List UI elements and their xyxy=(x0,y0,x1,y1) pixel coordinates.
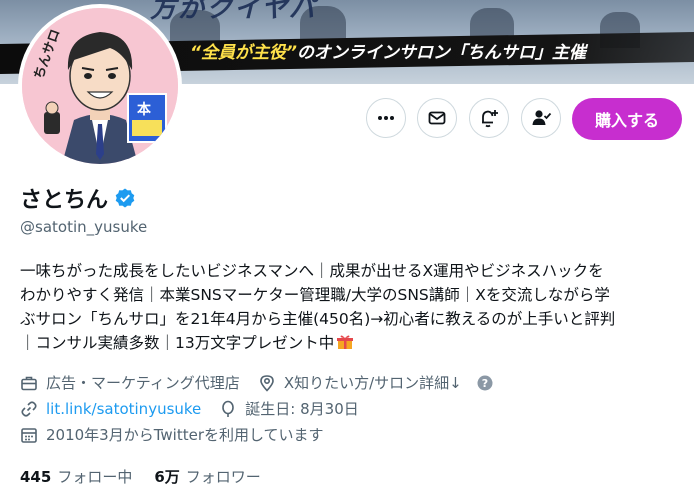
name-row: さとちん xyxy=(20,182,136,214)
bio: 一味ちがった成長をしたいビジネスマンへ｜成果が出せるX運用やビジネスハックを わ… xyxy=(20,259,686,355)
following-button[interactable] xyxy=(521,98,561,138)
buy-button[interactable]: 購入する xyxy=(572,98,682,140)
location-pin-icon xyxy=(260,374,274,392)
display-name: さとちん xyxy=(20,188,109,213)
more-icon xyxy=(378,116,394,120)
followers-count: 6万 xyxy=(154,468,180,486)
help-icon[interactable]: ? xyxy=(476,374,494,392)
svg-text:?: ? xyxy=(482,377,488,390)
bio-line: わかりやすく発信｜本業SNSマーケター管理職/大学のSNS講師｜Xを交流しながら… xyxy=(20,286,610,304)
briefcase-icon xyxy=(21,376,37,390)
verified-badge-icon[interactable] xyxy=(114,187,136,209)
following-label: フォロー中 xyxy=(57,468,133,486)
category-label: 広告・マーケティング代理店 xyxy=(46,374,240,392)
person-check-icon xyxy=(532,110,552,125)
message-button[interactable] xyxy=(417,98,457,138)
bio-line: 一味ちがった成長をしたいビジネスマンへ｜成果が出せるX運用やビジネスハックを xyxy=(20,262,604,280)
following-count: 445 xyxy=(20,467,52,486)
envelope-icon xyxy=(428,111,446,125)
website-link[interactable]: lit.link/satotinyusuke xyxy=(46,400,201,418)
avatar-book-char: 本 xyxy=(137,101,152,118)
balloon-icon xyxy=(222,400,235,417)
avatar-art: ちんサロ 本 xyxy=(22,8,178,164)
meta-row-2: lit.link/satotinyusuke 誕生日: 8月30日 xyxy=(20,398,359,419)
meta-row-3: 2010年3月からTwitterを利用しています xyxy=(20,424,324,445)
avatar[interactable]: ちんサロ 本 xyxy=(18,4,182,168)
location-label: X知りたい方/サロン詳細↓ xyxy=(283,374,462,392)
notify-button[interactable] xyxy=(469,98,509,138)
followers-label: フォロワー xyxy=(185,468,261,486)
bio-line: ぶサロン「ちんサロ」を21年4月から主催(450名)→初心者に教えるのが上手いと… xyxy=(20,310,616,328)
bell-plus-icon xyxy=(482,110,498,128)
banner-top-text: 方がクイヤパ xyxy=(150,0,317,24)
banner-tagline-highlight: “全員が主役” xyxy=(190,43,297,63)
joined-label: 2010年3月からTwitterを利用しています xyxy=(46,426,324,444)
followers-link[interactable]: 6万 フォロワー xyxy=(154,466,260,487)
banner-tagline: “全員が主役”のオンラインサロン「ちんサロ」主催 xyxy=(190,40,586,66)
bio-line-last: ｜コンサル実績多数｜13万文字プレゼント中 xyxy=(20,331,686,355)
avatar-illustration: ちんサロ 本 xyxy=(22,8,178,164)
gift-icon xyxy=(337,335,354,349)
birthday-label: 誕生日: 8月30日 xyxy=(245,400,359,418)
handle: @satotin_yusuke xyxy=(20,218,148,236)
calendar-icon xyxy=(21,427,37,443)
link-icon xyxy=(21,400,37,417)
follow-stats: 445 フォロー中 6万 フォロワー xyxy=(20,466,283,487)
more-button[interactable] xyxy=(366,98,406,138)
following-link[interactable]: 445 フォロー中 xyxy=(20,466,132,487)
banner-tagline-text: のオンラインサロン「ちんサロ」主催 xyxy=(296,43,586,63)
meta-row-1: 広告・マーケティング代理店 X知りたい方/サロン詳細↓ ? xyxy=(20,372,502,393)
bio-line: ｜コンサル実績多数｜13万文字プレゼント中 xyxy=(20,334,335,352)
